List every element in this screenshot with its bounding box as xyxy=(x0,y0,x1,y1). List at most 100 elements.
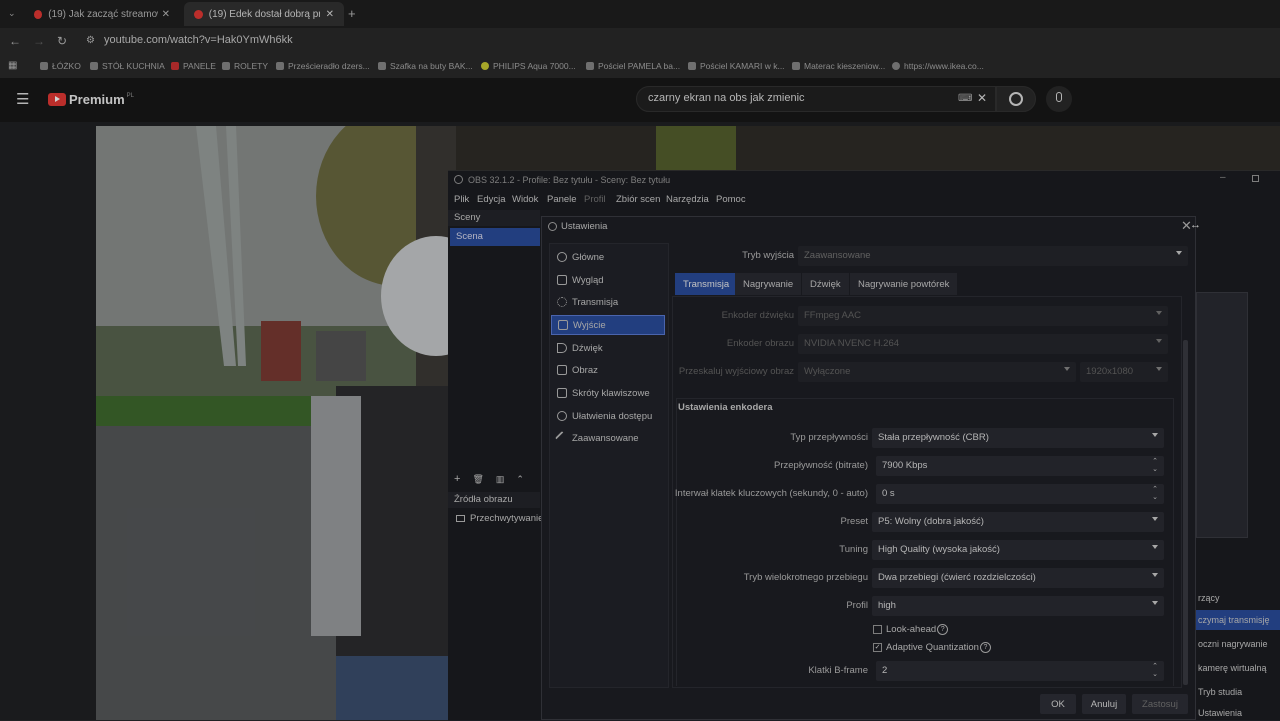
keyframe-interval-spinbox[interactable]: 0 s ⌃ ⌄ xyxy=(876,484,1164,504)
sidebar-item-obraz[interactable]: Obraz xyxy=(551,360,665,380)
scene-filter-icon[interactable]: ▥ xyxy=(496,474,505,485)
bookmark-item[interactable]: STÓŁ KUCHNIA xyxy=(90,61,165,71)
hamburger-menu-icon[interactable]: ☰ xyxy=(16,90,29,108)
chevron-down-icon xyxy=(1156,339,1162,343)
start-stream-button[interactable]: czymaj transmisję xyxy=(1192,610,1280,630)
delete-scene-icon[interactable]: 🗑 xyxy=(472,474,483,485)
preview-thumbnail xyxy=(1196,292,1248,538)
close-tab-icon[interactable]: ✕ xyxy=(162,9,170,20)
keyboard-icon[interactable]: ⌨ xyxy=(958,93,972,104)
menu-zbior-scen[interactable]: Zbiór scen xyxy=(616,194,660,205)
move-up-icon[interactable]: ⌃ xyxy=(516,474,524,485)
tab-list-chevron-icon[interactable]: ⌄ xyxy=(8,8,16,19)
tab-dzwiek[interactable]: Dźwięk xyxy=(802,273,849,295)
sidebar-item-dzwiek[interactable]: Dźwięk xyxy=(551,338,665,358)
tuning-select[interactable]: High Quality (wysoka jakość) xyxy=(872,540,1164,560)
settings-button[interactable]: Ustawienia xyxy=(1192,706,1280,720)
lookahead-checkbox[interactable] xyxy=(873,625,882,634)
sidebar-item-glowne[interactable]: Główne xyxy=(551,247,665,267)
tab-nagrywanie-powtorek[interactable]: Nagrywanie powtórek xyxy=(850,273,958,295)
speaker-icon xyxy=(557,343,567,353)
search-button[interactable] xyxy=(996,86,1036,112)
youtube-logo[interactable]: Premium PL xyxy=(48,92,134,107)
bookmark-item[interactable]: Prześcieradło dzers... xyxy=(276,61,370,71)
chevron-down-icon xyxy=(1152,433,1158,437)
menu-widok[interactable]: Widok xyxy=(512,194,538,205)
bookmark-item[interactable]: Szafka na buty BAK... xyxy=(378,61,473,71)
spin-arrows-icon[interactable]: ⌃ ⌄ xyxy=(1152,486,1158,502)
rescale-resolution-select[interactable]: 1920x1080 xyxy=(1080,362,1168,382)
multipass-select[interactable]: Dwa przebiegi (ćwierć rozdzielczości) xyxy=(872,568,1164,588)
rescale-select[interactable]: Wyłączone xyxy=(798,362,1076,382)
youtube-favicon-icon xyxy=(34,9,43,19)
youtube-search-input[interactable]: czarny ekran na obs jak zmienic xyxy=(648,92,805,104)
apply-button[interactable]: Zastosuj xyxy=(1132,694,1188,714)
new-tab-button[interactable]: + xyxy=(348,6,356,21)
bookmark-item[interactable]: Materac kieszeniow... xyxy=(792,61,885,71)
output-mode-value: Zaawansowane xyxy=(804,250,871,261)
scene-list-item[interactable]: Scena xyxy=(450,228,540,246)
menu-panele[interactable]: Panele xyxy=(547,194,577,205)
clear-search-icon[interactable]: ✕ xyxy=(977,91,987,105)
apps-grid-icon[interactable]: ▦ xyxy=(8,60,17,71)
bookmark-item[interactable]: Pościel KAMARI w k... xyxy=(688,61,785,71)
sidebar-item-transmisja[interactable]: Transmisja xyxy=(551,292,665,312)
chevron-down-icon xyxy=(1152,517,1158,521)
menu-profil[interactable]: Profil xyxy=(584,194,606,205)
output-mode-select[interactable]: Zaawansowane xyxy=(798,246,1188,266)
close-tab-icon[interactable]: ✕ xyxy=(326,9,334,20)
voice-search-button[interactable] xyxy=(1046,86,1072,112)
minimize-icon[interactable]: – xyxy=(1220,172,1226,183)
maximize-icon[interactable] xyxy=(1252,175,1259,182)
browser-tab-1[interactable]: (19) Jak zacząć streamować Ko ✕ xyxy=(24,2,180,26)
sidebar-item-ulatwienia[interactable]: Ułatwienia dostępu xyxy=(551,406,665,426)
forward-icon[interactable]: → xyxy=(33,34,45,48)
menu-pomoc[interactable]: Pomoc xyxy=(716,194,746,205)
audio-encoder-select[interactable]: FFmpeg AAC xyxy=(798,306,1168,326)
tab-transmisja[interactable]: Transmisja xyxy=(675,273,738,295)
aq-checkbox-row[interactable]: ✓ Adaptive Quantization ? xyxy=(873,642,991,653)
bframes-spinbox[interactable]: 2 ⌃ ⌄ xyxy=(876,661,1164,681)
help-icon[interactable]: ? xyxy=(937,624,949,635)
multipass-label: Tryb wielokrotnego przebiegu xyxy=(743,572,868,583)
reload-icon[interactable]: ↻ xyxy=(57,34,67,48)
help-icon[interactable]: ? xyxy=(979,642,991,653)
sidebar-item-wyglad[interactable]: Wygląd xyxy=(551,270,665,290)
video-encoder-select[interactable]: NVIDIA NVENC H.264 xyxy=(798,334,1168,354)
site-info-icon[interactable]: ⚙ xyxy=(86,35,95,46)
virtual-camera-button[interactable]: kamerę wirtualną xyxy=(1192,658,1280,678)
bookmark-item[interactable]: https://www.ikea.co... xyxy=(892,61,984,71)
add-scene-icon[interactable]: + xyxy=(454,473,460,485)
bookmark-item[interactable]: PANELE xyxy=(171,61,216,71)
lookahead-checkbox-row[interactable]: Look-ahead ? xyxy=(873,624,949,635)
menu-narzedzia[interactable]: Narzędzia xyxy=(666,194,709,205)
aq-checkbox[interactable]: ✓ xyxy=(873,643,882,652)
bookmark-item[interactable]: ROLETY xyxy=(222,61,268,71)
bookmark-favicon-icon xyxy=(40,62,48,70)
start-recording-button[interactable]: oczni nagrywanie xyxy=(1192,634,1280,654)
studio-mode-button[interactable]: Tryb studia xyxy=(1192,682,1280,702)
sources-panel-header: Źródła obrazu xyxy=(448,492,540,508)
url-field[interactable]: youtube.com/watch?v=Hak0YmWh6kk xyxy=(104,34,293,46)
sidebar-item-wyjscie[interactable]: Wyjście xyxy=(551,315,665,335)
rate-control-select[interactable]: Stała przepływność (CBR) xyxy=(872,428,1164,448)
bookmark-item[interactable]: PHILIPS Aqua 7000... xyxy=(481,61,576,71)
cancel-button[interactable]: Anuluj xyxy=(1082,694,1126,714)
scrollbar[interactable] xyxy=(1183,340,1188,685)
sidebar-item-skroty[interactable]: Skróty klawiszowe xyxy=(551,383,665,403)
browser-tab-2[interactable]: (19) Edek dostał dobrą premię ✕ xyxy=(184,2,344,26)
menu-edycja[interactable]: Edycja xyxy=(477,194,506,205)
back-icon[interactable]: ← xyxy=(9,34,21,48)
preset-select[interactable]: P5: Wolny (dobra jakość) xyxy=(872,512,1164,532)
bitrate-spinbox[interactable]: 7900 Kbps ⌃ ⌄ xyxy=(876,456,1164,476)
spin-arrows-icon[interactable]: ⌃ ⌄ xyxy=(1152,458,1158,474)
menu-plik[interactable]: Plik xyxy=(454,194,469,205)
bookmark-item[interactable]: ŁÓŻKO xyxy=(40,61,81,71)
sidebar-item-zaawansowane[interactable]: Zaawansowane xyxy=(551,428,665,448)
ok-button[interactable]: OK xyxy=(1040,694,1076,714)
profile-select[interactable]: high xyxy=(872,596,1164,616)
tab-nagrywanie[interactable]: Nagrywanie xyxy=(735,273,802,295)
source-list-item[interactable]: Przechwytywanie xyxy=(456,513,543,524)
spin-arrows-icon[interactable]: ⌃ ⌄ xyxy=(1152,663,1158,679)
bookmark-item[interactable]: Pościel PAMELA ba... xyxy=(586,61,680,71)
